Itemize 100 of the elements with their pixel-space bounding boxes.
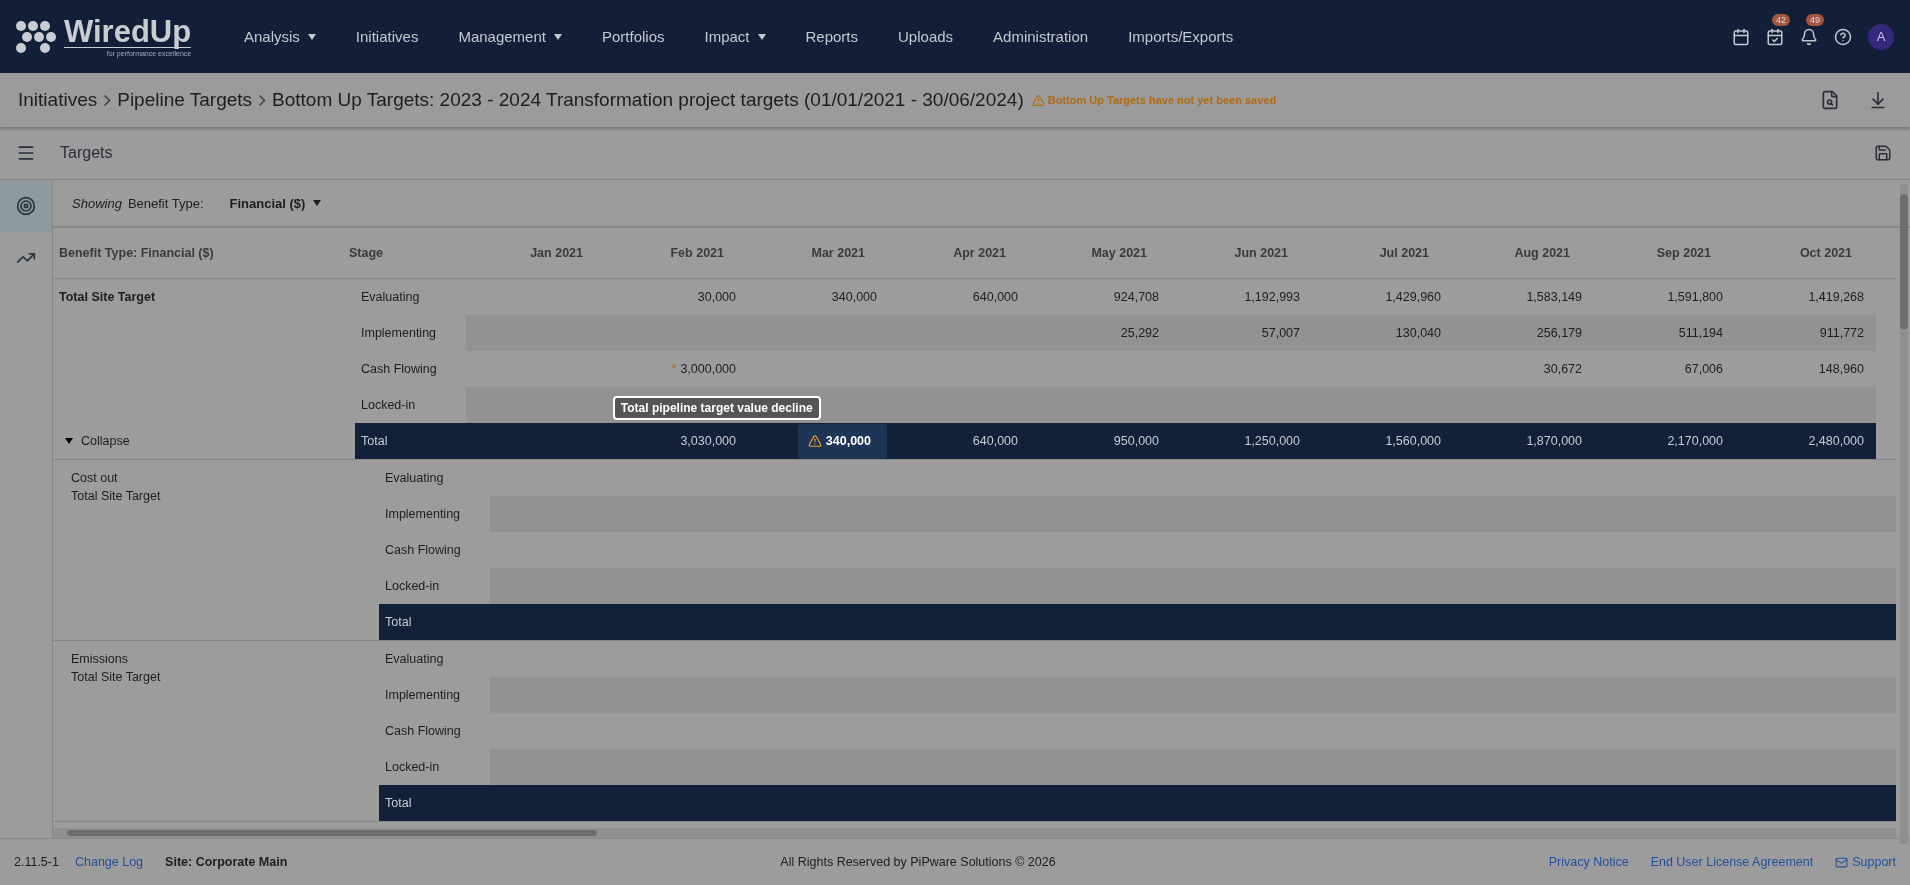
- stage-label: Total: [384, 796, 413, 810]
- version-text: 2.11.5-1: [14, 855, 59, 869]
- side-tab[interactable]: [0, 180, 52, 232]
- table-cell-text: 1,591,800: [1666, 290, 1724, 304]
- stage-label: Locked-in: [360, 398, 417, 412]
- unsaved-warning: Bottom Up Targets have not yet been saved: [1031, 93, 1277, 107]
- calendar-icon[interactable]: [1732, 27, 1750, 46]
- table-cell-text: 924,708: [1112, 290, 1160, 304]
- warning-cell[interactable]: 340,000: [797, 423, 887, 459]
- warning-icon: [807, 434, 822, 448]
- group-label: Cost out: [71, 471, 118, 485]
- nav-item[interactable]: Imports/Exports: [1108, 28, 1254, 45]
- horizontal-scrollbar[interactable]: [53, 828, 1896, 838]
- table-cell-text: 30,000: [696, 290, 737, 304]
- nav-item[interactable]: Initiatives: [335, 28, 439, 45]
- collapse-toggle[interactable]: Collapse: [59, 422, 349, 459]
- stage-label: Implementing: [384, 507, 462, 521]
- copyright-text: All Rights Reserved by PiPware Solutions © 2026: [780, 855, 1056, 869]
- table-cell-text: 30,672: [1542, 362, 1583, 376]
- vertical-scrollbar[interactable]: [1900, 184, 1908, 844]
- table-cell-text: 67,006: [1683, 362, 1724, 376]
- stage-label: Evaluating: [384, 471, 445, 485]
- column-header: Sep 2021: [1655, 246, 1712, 260]
- group-label: Total Site Target: [71, 489, 161, 503]
- stage-label: Evaluating: [360, 290, 421, 304]
- table-cell-text: * 3,000,000: [670, 362, 737, 376]
- table-cell-text: 950,000: [1112, 434, 1160, 448]
- stage-label: Locked-in: [384, 579, 441, 593]
- table-cell-text: 2,480,000: [1807, 434, 1865, 448]
- column-header: Feb 2021: [669, 246, 725, 260]
- logo-name: WiredUp: [64, 16, 192, 48]
- stage-label: Implementing: [384, 688, 462, 702]
- site-text: Site: Corporate Main: [165, 855, 288, 869]
- stage-label: Evaluating: [384, 652, 445, 666]
- showing-label: Showing: [72, 195, 122, 211]
- stage-label: Cash Flowing: [384, 543, 462, 557]
- caret-icon: [757, 33, 766, 40]
- stage-label: Total: [360, 434, 389, 448]
- column-header: May 2021: [1090, 246, 1148, 260]
- tasks-icon[interactable]: [1766, 27, 1784, 46]
- table-cell-text: 3,030,000: [679, 434, 737, 448]
- table-cell-text: 148,960: [1817, 362, 1865, 376]
- table-cell-text: 1,192,993: [1243, 290, 1301, 304]
- panel-title: Targets: [60, 144, 113, 162]
- mail-icon: [1835, 855, 1849, 869]
- caret-icon: [313, 200, 322, 206]
- column-header: Jul 2021: [1378, 246, 1430, 260]
- caret-icon: [307, 33, 316, 40]
- help-icon[interactable]: [1834, 27, 1852, 46]
- table-cell-text: 1,560,000: [1384, 434, 1442, 448]
- nav-item[interactable]: Uploads: [878, 28, 974, 45]
- table-cell-text: 1,583,149: [1525, 290, 1583, 304]
- stage-label: Cash Flowing: [360, 362, 438, 376]
- breadcrumb-link[interactable]: Pipeline Targets: [117, 89, 253, 111]
- column-header: Mar 2021: [810, 246, 866, 260]
- caret-icon: [65, 437, 73, 444]
- nav-item[interactable]: Portfolios: [581, 28, 685, 45]
- nav-item[interactable]: Reports: [785, 28, 879, 45]
- stage-label: Implementing: [360, 326, 438, 340]
- tooltip: Total pipeline target value decline: [612, 395, 821, 420]
- group-label: Total Site Target: [59, 290, 156, 304]
- notifications-icon[interactable]: [1800, 27, 1818, 46]
- benefit-type-dropdown[interactable]: Financial ($): [223, 194, 328, 212]
- table-cell-text: 640,000: [971, 290, 1019, 304]
- table-cell-text: 1,429,960: [1384, 290, 1442, 304]
- stage-label: Total: [384, 615, 413, 629]
- column-header: Apr 2021: [952, 246, 1007, 260]
- breadcrumb-link[interactable]: Initiatives: [18, 89, 98, 111]
- table-cell-text: 340,000: [830, 290, 878, 304]
- column-header: Stage: [348, 246, 385, 260]
- chevron-right-icon: [258, 93, 267, 107]
- chevron-right-icon: [103, 93, 112, 107]
- column-header: Jan 2021: [529, 246, 584, 260]
- nav-item[interactable]: Impact: [684, 28, 786, 45]
- column-header: Aug 2021: [1513, 246, 1571, 260]
- group-label: Total Site Target: [71, 670, 161, 684]
- page-title: Bottom Up Targets: 2023 - 2024 Transformation project targets (01/01/2021 - 30/06/2024): [272, 89, 1024, 111]
- column-header: Jun 2021: [1233, 246, 1289, 260]
- stage-label: Locked-in: [384, 760, 441, 774]
- menu-icon[interactable]: [16, 143, 36, 163]
- table-cell-text: 2,170,000: [1666, 434, 1724, 448]
- table-cell-text: 57,007: [1260, 326, 1301, 340]
- warning-icon: [1031, 93, 1045, 107]
- nav-item[interactable]: Administration: [973, 28, 1109, 45]
- table-cell-text: 25,292: [1119, 326, 1160, 340]
- table-cell-text: 511,194: [1677, 326, 1724, 340]
- stage-label: Cash Flowing: [384, 724, 462, 738]
- table-cell-text: 256,179: [1535, 326, 1583, 340]
- count-badge: 49: [1806, 13, 1824, 26]
- table-cell-text: 1,419,268: [1807, 290, 1865, 304]
- nav-item[interactable]: Analysis: [224, 28, 336, 45]
- table-cell-text: 1,250,000: [1243, 434, 1301, 448]
- nav-item[interactable]: Management: [438, 28, 582, 45]
- table-cell-text: 130,040: [1394, 326, 1442, 340]
- table-cell-text: 1,870,000: [1525, 434, 1583, 448]
- caret-icon: [553, 33, 562, 40]
- table-cell-text: 911,772: [1818, 326, 1865, 340]
- filter-label: Benefit Type:: [127, 195, 204, 211]
- column-header: Oct 2021: [1798, 246, 1853, 260]
- user-avatar[interactable]: A: [1868, 23, 1894, 50]
